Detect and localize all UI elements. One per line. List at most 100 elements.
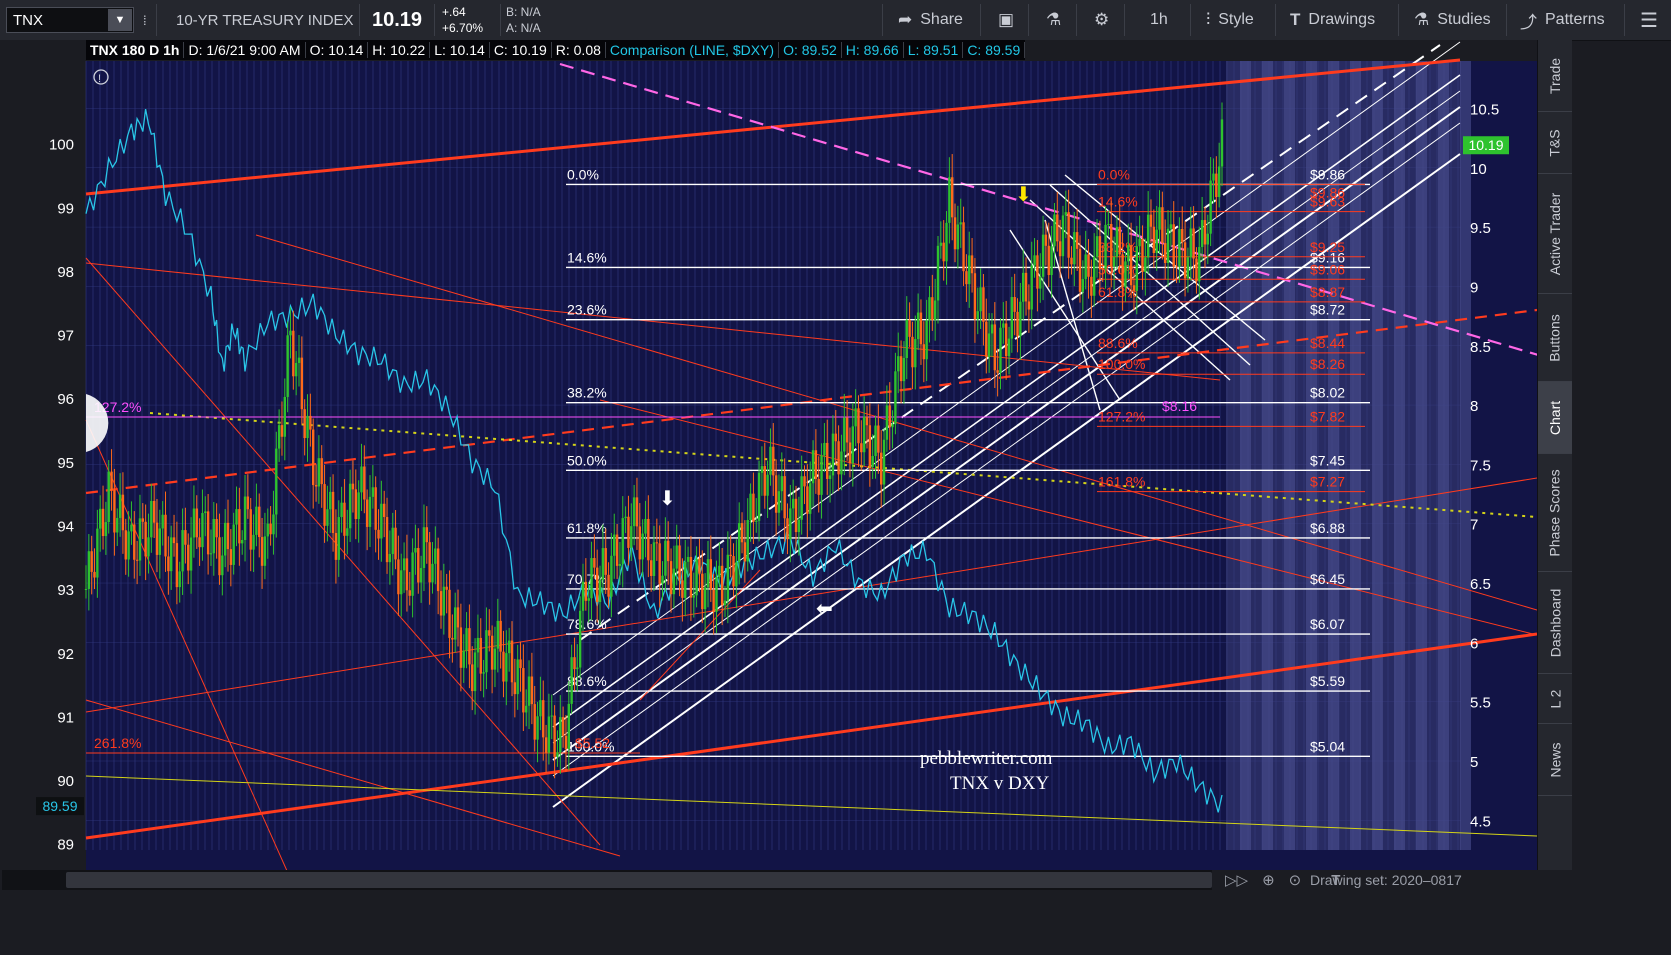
candle-body [121,494,125,531]
candle-body [914,339,917,368]
drawing-set-label[interactable]: Drawing set: 2020–0817 [1310,870,1462,890]
fib-price-label: $6.07 [1310,616,1345,632]
left-arrow-icon: ⬅ [816,598,833,620]
candle-body [1149,214,1153,227]
candle-body [215,518,218,538]
candle-body [848,442,852,464]
future-band [1460,61,1471,850]
candle-body [709,559,712,590]
candle-body [260,537,264,566]
tab-phase-scores[interactable]: Phase Scores [1538,454,1572,572]
candle-body [292,330,295,377]
candle-body [962,222,965,272]
candle-body [570,657,573,704]
right-tick-label: 5.5 [1470,695,1491,712]
fib-price-label: $8.72 [1310,302,1345,318]
candle-body [857,408,860,444]
candle-body [894,371,897,425]
candle-body [970,255,974,274]
candle-body [1200,220,1204,248]
chart-title: TNX 180 D 1h [86,42,185,58]
candle-body [226,522,230,550]
candle-body [877,425,880,453]
candle-body [238,509,241,544]
right-tick-label: 9.5 [1470,220,1491,237]
candle-body [391,527,394,554]
candle-body [246,496,250,510]
candle-body [862,416,866,453]
right-tick-label: 7.5 [1470,457,1491,474]
candle-body [1172,224,1175,267]
tab-chart[interactable]: Chart [1538,382,1572,454]
left-tick-label: 91 [57,709,74,726]
candle-body [692,595,695,598]
skip-forward-icon[interactable]: ▷▷ [1225,871,1248,889]
candle-body [351,483,355,490]
candle-body [436,548,440,592]
price-chart[interactable]: 0.0% $9.8614.6% $9.1623.6% $8.7238.2% $8.025… [0,0,1537,870]
candle-body [837,441,840,475]
candle-body [1044,234,1048,246]
candle-body [672,568,676,595]
candle-body [593,558,596,568]
right-tick-label: 8.5 [1470,339,1491,356]
crosshair-icon[interactable]: ⊕ [1262,871,1275,889]
candle-body [306,415,309,439]
fib-percent-label: 61.8% [567,520,607,536]
candle-body [576,667,579,670]
candle-body [1030,265,1033,310]
left-tick-label: 96 [57,391,74,408]
candle-body [681,580,684,598]
candle-body [715,577,718,612]
tab-level-2[interactable]: L 2 [1538,674,1572,724]
candle-body [843,417,846,452]
candle-body [468,628,471,665]
candle-body [1141,238,1144,272]
candle-body [485,630,488,673]
candle-body [229,549,233,565]
candle-body [942,242,945,262]
candle-body [201,513,204,548]
candle-body [845,417,849,443]
candle-body [911,336,914,368]
right-tick-label: 10.5 [1470,101,1499,118]
menu-button[interactable]: ☰ [1630,0,1668,40]
candle-body [184,530,187,545]
comparison-label[interactable]: Comparison (LINE, $DXY) [606,42,780,58]
candle-body [1215,173,1218,198]
candle-body [1101,268,1104,270]
candle-body [195,508,198,538]
fib-percent-label: 38.2% [567,385,607,401]
candle-body [865,416,869,426]
candle-body [675,545,678,569]
candle-body [300,357,304,410]
scrollbar-thumb[interactable] [66,872,1212,888]
candle-body [774,475,778,513]
tab-dashboard[interactable]: Dashboard [1538,572,1572,674]
fib-recent-price: $8.26 [1310,356,1345,372]
tab-trade[interactable]: Trade [1538,40,1572,112]
tab-buttons[interactable]: Buttons [1538,294,1572,382]
candle-body [155,522,159,555]
candle-body [945,222,948,262]
right-sidebar: Trade T&S Active Trader Buttons Chart Ph… [1537,40,1572,870]
bar-high: H: 10.22 [368,42,431,58]
candle-body [1175,266,1178,268]
candle-body [1081,279,1085,292]
candle-body [1050,246,1053,276]
tab-time-and-sales[interactable]: T&S [1538,112,1572,174]
candle-body [615,534,619,566]
tab-news[interactable]: News [1538,724,1572,796]
candle-body [383,503,386,518]
candle-body [337,517,340,560]
candle-body [525,705,528,713]
candle-body [919,312,923,345]
fib-recent-price: $9.06 [1310,261,1345,277]
zoom-icon[interactable]: ⊙ [1289,871,1302,889]
candle-body [113,490,116,533]
candle-body [936,245,940,301]
candle-body [738,523,741,563]
candle-body [979,287,982,312]
candle-body [127,531,130,560]
tab-active-trader[interactable]: Active Trader [1538,174,1572,294]
